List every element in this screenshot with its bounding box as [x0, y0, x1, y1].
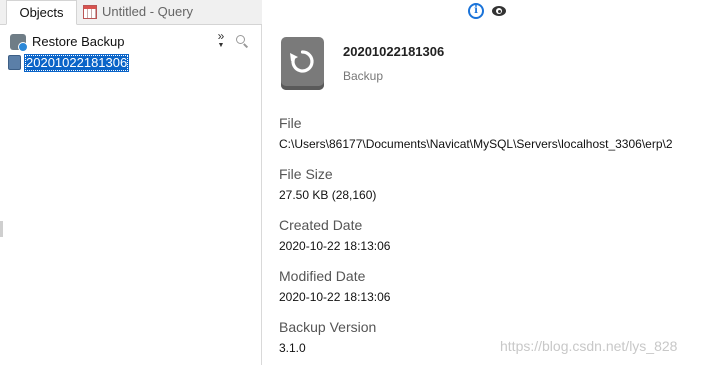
backup-large-icon	[281, 37, 324, 90]
restore-backup-icon	[10, 34, 28, 52]
info-icon[interactable]: i	[468, 3, 484, 19]
caret-down-icon: ▼	[217, 42, 225, 49]
tab-objects[interactable]: Objects	[6, 0, 77, 25]
property-value: C:\Users\86177\Documents\Navicat\MySQL\S…	[279, 137, 673, 151]
property-label: Modified Date	[279, 268, 366, 284]
property-value: 2020-10-22 18:13:06	[279, 239, 391, 253]
eye-icon[interactable]	[492, 5, 506, 17]
restore-backup-label: Restore Backup	[32, 34, 125, 49]
object-type: Backup	[343, 69, 384, 83]
tab-query-label: Untitled - Query	[102, 4, 194, 19]
property-label: Backup Version	[279, 319, 377, 335]
tab-untitled-query[interactable]: Untitled - Query	[80, 0, 193, 25]
property-label: Created Date	[279, 217, 363, 233]
property-value: 2020-10-22 18:13:06	[279, 290, 391, 304]
property-label: File Size	[279, 166, 333, 182]
search-icon[interactable]	[234, 34, 250, 50]
double-chevron-icon: »	[217, 29, 225, 43]
object-title: 20201022181306	[343, 44, 445, 59]
property-value: 3.1.0	[279, 341, 306, 355]
watermark-text: https://blog.csdn.net/lys_828	[500, 338, 678, 354]
objects-toolbar: Restore Backup » ▼	[0, 30, 262, 54]
details-pane: i 20201022181306 Backup File C:\Users\86…	[263, 0, 711, 365]
backup-file-icon	[8, 55, 21, 70]
objects-pane: Objects Untitled - Query Restore Backup …	[0, 0, 262, 365]
restore-backup-button[interactable]: Restore Backup	[10, 32, 125, 52]
tab-bar: Objects Untitled - Query	[0, 0, 262, 25]
property-label: File	[279, 115, 302, 131]
splitter-handle[interactable]	[0, 221, 3, 237]
property-value: 27.50 KB (28,160)	[279, 188, 377, 202]
query-icon	[83, 5, 97, 19]
backup-item-label: 20201022181306	[24, 54, 130, 72]
more-options-button[interactable]: » ▼	[214, 30, 228, 50]
